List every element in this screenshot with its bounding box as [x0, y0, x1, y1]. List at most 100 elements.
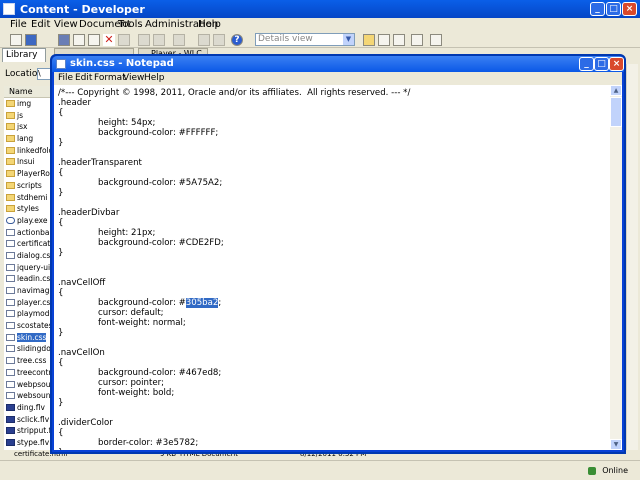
menu-view[interactable]: View: [54, 19, 78, 30]
notepad-menu-file[interactable]: File: [58, 73, 73, 83]
list-item[interactable]: jquery-ui-: [4, 262, 52, 274]
location-input[interactable]: \: [37, 68, 51, 80]
code-line: {: [58, 218, 64, 228]
list-item[interactable]: certificate.: [4, 238, 52, 250]
menu-help[interactable]: Help: [198, 19, 221, 30]
maximize-button[interactable]: □: [606, 2, 621, 16]
online-status: Online: [602, 466, 628, 475]
list-item[interactable]: stdhemi: [4, 192, 52, 204]
app-title-bar: Content - Developer _ □ ×: [0, 0, 640, 18]
view-panes-icon[interactable]: [411, 34, 423, 46]
code-line: background-color: #5A75A2;: [98, 178, 223, 188]
list-item[interactable]: play.exe: [4, 215, 52, 227]
view-details-icon[interactable]: [363, 34, 375, 46]
list-item[interactable]: actionbar.: [4, 227, 52, 239]
list-item-label: slidingdoor: [17, 344, 52, 354]
list-item[interactable]: playmodes: [4, 308, 52, 320]
list-item[interactable]: stripput.flv: [4, 425, 52, 437]
list-item-label: stdhemi: [17, 192, 48, 202]
list-item-label: js: [17, 110, 23, 120]
notepad-menu-format[interactable]: Format: [94, 73, 126, 83]
list-item[interactable]: js: [4, 110, 52, 122]
list-item[interactable]: websound: [4, 390, 52, 402]
open-icon[interactable]: [10, 34, 22, 46]
app-title: Content - Developer: [20, 3, 145, 16]
chevron-down-icon[interactable]: ▼: [343, 34, 354, 45]
code-line: }: [58, 448, 63, 450]
filter-icon[interactable]: [213, 34, 225, 46]
view-select-value: Details view: [258, 34, 313, 44]
folder-icon: [6, 205, 15, 213]
file-icon: [6, 216, 15, 224]
notepad-menu-edit[interactable]: Edit: [75, 73, 92, 83]
redo-icon[interactable]: [153, 34, 165, 46]
notepad-scrollbar[interactable]: ▲ ▼: [610, 85, 622, 450]
list-item-label: scostates.: [17, 321, 52, 331]
online-icon: [588, 467, 596, 475]
view-select[interactable]: Details view ▼: [255, 33, 355, 46]
list-item[interactable]: scostates.: [4, 320, 52, 332]
notepad-menu-view[interactable]: View: [123, 73, 144, 83]
list-item[interactable]: styles: [4, 203, 52, 215]
cut-icon[interactable]: [58, 34, 70, 46]
delete-icon[interactable]: ✕: [103, 34, 115, 46]
sort-icon[interactable]: [198, 34, 210, 46]
notepad-maximize-button[interactable]: □: [594, 57, 609, 71]
list-item[interactable]: ding.flv: [4, 402, 52, 414]
list-item[interactable]: jsx: [4, 121, 52, 133]
list-item[interactable]: scripts: [4, 180, 52, 192]
undo-icon[interactable]: [138, 34, 150, 46]
menu-tools[interactable]: Tools: [118, 19, 143, 30]
folder-icon: [6, 111, 15, 119]
tab-library[interactable]: Library: [2, 48, 46, 62]
find-icon[interactable]: [173, 34, 185, 46]
list-item[interactable]: navimages: [4, 285, 52, 297]
menu-file[interactable]: File: [10, 19, 27, 30]
notepad-minimize-button[interactable]: _: [579, 57, 594, 71]
list-item[interactable]: lnsui: [4, 156, 52, 168]
list-item[interactable]: treecontro: [4, 367, 52, 379]
notepad-close-button[interactable]: ×: [609, 57, 624, 71]
list-item[interactable]: sclick.flv: [4, 414, 52, 426]
list-item[interactable]: webpsound: [4, 379, 52, 391]
list-item[interactable]: lang: [4, 133, 52, 145]
code-line: }: [58, 188, 64, 198]
list-item-label: play.exe: [17, 215, 48, 225]
list-item[interactable]: linkedfolde: [4, 145, 52, 157]
list-item[interactable]: leadin.css: [4, 273, 52, 285]
code-line: {: [58, 358, 64, 368]
list-item[interactable]: skin.css: [4, 332, 52, 344]
list-item-label: stripput.flv: [17, 426, 52, 436]
paste-icon[interactable]: [88, 34, 100, 46]
scroll-down-icon[interactable]: ▼: [610, 439, 622, 450]
scroll-up-icon[interactable]: ▲: [610, 85, 622, 96]
view-columns-icon[interactable]: [393, 34, 405, 46]
view-list-icon[interactable]: [378, 34, 390, 46]
help-icon[interactable]: ?: [231, 34, 243, 46]
notepad-text-area[interactable]: /*--- Copyright © 1998, 2011, Oracle and…: [54, 85, 610, 450]
menu-edit[interactable]: Edit: [31, 19, 50, 30]
list-item[interactable]: dialog.css: [4, 250, 52, 262]
rename-icon[interactable]: [118, 34, 130, 46]
list-item-label: treecontro: [17, 367, 52, 377]
file-icon: [6, 251, 15, 259]
preview-icon[interactable]: [430, 34, 442, 46]
copy-icon[interactable]: [73, 34, 85, 46]
list-item[interactable]: img: [4, 98, 52, 110]
list-item[interactable]: stype.flv: [4, 437, 52, 449]
notepad-menu-help[interactable]: Help: [144, 73, 165, 83]
list-item[interactable]: PlayerRoot: [4, 168, 52, 180]
column-header-name[interactable]: Name: [4, 86, 52, 98]
list-item[interactable]: slidingdoor: [4, 343, 52, 355]
main-scrollbar[interactable]: [626, 64, 638, 450]
file-icon: [6, 287, 15, 294]
scroll-thumb[interactable]: [610, 97, 622, 127]
code-line: }: [58, 328, 64, 338]
close-button[interactable]: ×: [622, 2, 637, 16]
save-icon[interactable]: [25, 34, 37, 46]
notepad-title: skin.css - Notepad: [70, 58, 174, 69]
minimize-button[interactable]: _: [590, 2, 605, 16]
list-item[interactable]: tree.css: [4, 355, 52, 367]
list-item-label: leadin.css: [17, 274, 52, 284]
list-item[interactable]: player.css: [4, 297, 52, 309]
